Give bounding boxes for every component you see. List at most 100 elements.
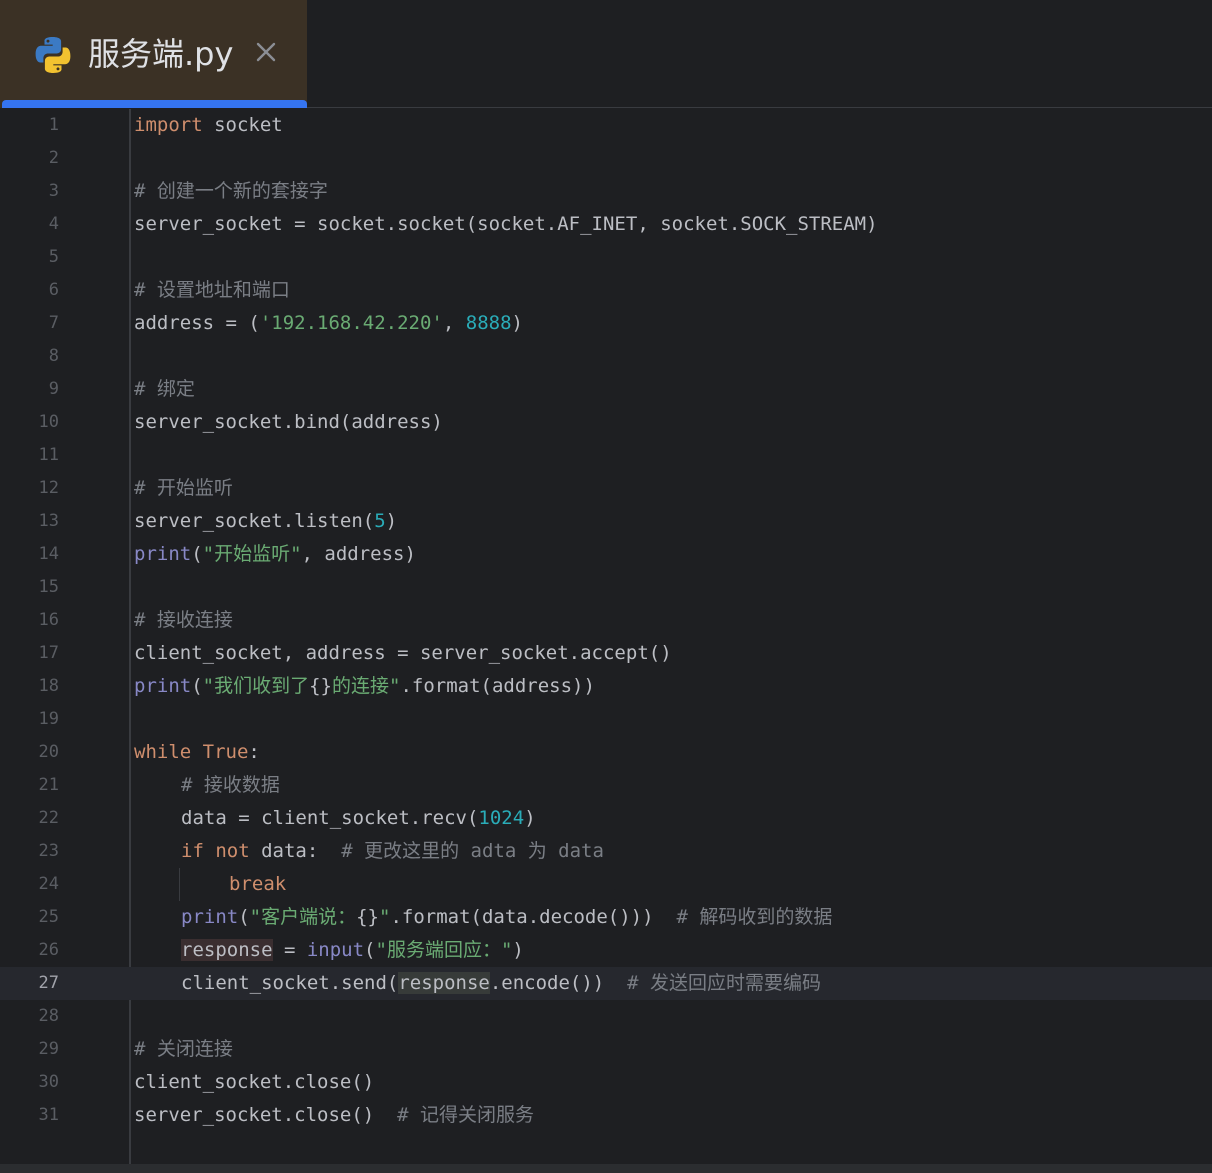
- line-number: 28: [38, 1006, 59, 1026]
- code-text: server_socket = socket.socket(socket.AF_…: [134, 213, 878, 235]
- indent-guide: [179, 868, 180, 901]
- code-token: address = (: [134, 312, 260, 334]
- code-line[interactable]: 17 client_socket, address = server_socket…: [0, 637, 1212, 670]
- horizontal-scrollbar[interactable]: [0, 1164, 1212, 1173]
- string-token: "客户端说：: [249, 906, 357, 928]
- code-line[interactable]: 11: [0, 439, 1212, 472]
- code-text: server_socket.bind(address): [134, 411, 443, 433]
- code-line[interactable]: 22 data = client_socket.recv(1024): [0, 802, 1212, 835]
- code-line[interactable]: 12 # 开始监听: [0, 472, 1212, 505]
- editor-tab-bar: 服务端.py: [0, 0, 1212, 108]
- keyword-token: True: [202, 741, 249, 763]
- line-number: 6: [48, 280, 59, 300]
- line-number: 17: [38, 643, 59, 663]
- string-token: 的连接": [332, 675, 401, 697]
- format-placeholder: {}: [356, 906, 379, 928]
- builtin-token: print: [181, 906, 239, 928]
- code-line[interactable]: 15: [0, 571, 1212, 604]
- code-line[interactable]: 20 while True:: [0, 736, 1212, 769]
- code-text: import socket: [134, 109, 283, 142]
- code-line[interactable]: 4 server_socket = socket.socket(socket.AF…: [0, 208, 1212, 241]
- line-number: 7: [48, 313, 59, 333]
- variable-highlight: response: [398, 972, 490, 994]
- line-number: 22: [38, 808, 59, 828]
- code-text: print("客户端说：{}".format(data.decode())) #…: [181, 901, 832, 934]
- line-number: 25: [38, 907, 59, 927]
- code-text: # 开始监听: [134, 472, 233, 505]
- code-line[interactable]: 1 import socket: [0, 109, 1212, 142]
- code-token: =: [272, 939, 307, 961]
- code-token: data:: [249, 840, 342, 862]
- keyword-token: if: [181, 840, 204, 862]
- line-number: 29: [38, 1039, 59, 1059]
- code-line[interactable]: 19: [0, 703, 1212, 736]
- comment-token: # 更改这里的 adta 为 data: [341, 840, 604, 862]
- code-line[interactable]: 31 server_socket.close() # 记得关闭服务: [0, 1099, 1212, 1132]
- line-number: 12: [38, 478, 59, 498]
- code-token: ): [385, 510, 398, 532]
- code-token: ,: [442, 312, 466, 334]
- code-text: client_socket.close(): [134, 1071, 375, 1093]
- current-code-line[interactable]: 27 client_socket.send(response.encode()) …: [0, 967, 1212, 1000]
- line-number: 31: [38, 1105, 59, 1125]
- code-text: # 创建一个新的套接字: [134, 175, 328, 208]
- code-text: # 接收数据: [181, 769, 280, 802]
- code-line[interactable]: 16 # 接收连接: [0, 604, 1212, 637]
- code-line[interactable]: 26 response = input("服务端回应："): [0, 934, 1212, 967]
- code-text: response = input("服务端回应："): [181, 934, 524, 967]
- code-line[interactable]: 5: [0, 241, 1212, 274]
- file-tab[interactable]: 服务端.py: [0, 0, 307, 108]
- keyword-token: import: [134, 114, 203, 136]
- code-line[interactable]: 10 server_socket.bind(address): [0, 406, 1212, 439]
- code-line[interactable]: 14 print("开始监听", address): [0, 538, 1212, 571]
- code-text: break: [229, 868, 286, 901]
- code-line[interactable]: 6 # 设置地址和端口: [0, 274, 1212, 307]
- code-line[interactable]: 30 client_socket.close(): [0, 1066, 1212, 1099]
- string-token: "我们收到了: [202, 675, 310, 697]
- code-text: server_socket.close() # 记得关闭服务: [134, 1099, 534, 1132]
- code-line[interactable]: 8: [0, 340, 1212, 373]
- code-token: (: [191, 675, 203, 697]
- number-token: 8888: [465, 312, 512, 334]
- code-line[interactable]: 24 break: [0, 868, 1212, 901]
- string-token: "服务端回应：": [375, 939, 513, 961]
- code-text: print("开始监听", address): [134, 538, 416, 571]
- code-area[interactable]: 1 import socket 2 3 # 创建一个新的套接字 4 server_so…: [0, 109, 1212, 1164]
- code-token: :: [248, 741, 260, 763]
- number-token: 1024: [478, 807, 525, 829]
- keyword-token: break: [229, 873, 287, 895]
- code-line[interactable]: 28: [0, 1000, 1212, 1033]
- code-text: # 绑定: [134, 373, 195, 406]
- comment-token: # 接收数据: [181, 774, 280, 796]
- code-token: .format(address)): [400, 675, 595, 697]
- variable-highlight: response: [181, 939, 273, 961]
- line-number: 23: [38, 841, 59, 861]
- code-token: ): [524, 807, 536, 829]
- code-line[interactable]: 9 # 绑定: [0, 373, 1212, 406]
- code-token: socket: [202, 114, 283, 136]
- code-text: server_socket.listen(5): [134, 505, 397, 538]
- comment-token: # 设置地址和端口: [134, 279, 290, 301]
- code-token: data = client_socket.recv(: [181, 807, 479, 829]
- line-number: 13: [38, 511, 59, 531]
- code-token: , address): [301, 543, 416, 565]
- line-number: 19: [38, 709, 59, 729]
- python-icon: [35, 37, 71, 73]
- code-line[interactable]: 25 print("客户端说：{}".format(data.decode()))…: [0, 901, 1212, 934]
- code-line[interactable]: 13 server_socket.listen(5): [0, 505, 1212, 538]
- code-line[interactable]: 7 address = ('192.168.42.220', 8888): [0, 307, 1212, 340]
- comment-token: # 解码收到的数据: [676, 906, 833, 928]
- code-token: .encode()): [489, 972, 628, 994]
- code-line[interactable]: 29 # 关闭连接: [0, 1033, 1212, 1066]
- code-token: .format(data.decode())): [390, 906, 677, 928]
- code-line[interactable]: 21 # 接收数据: [0, 769, 1212, 802]
- code-line[interactable]: 3 # 创建一个新的套接字: [0, 175, 1212, 208]
- line-number: 15: [38, 577, 59, 597]
- code-line[interactable]: 2: [0, 142, 1212, 175]
- line-number: 5: [48, 247, 59, 267]
- comment-token: # 绑定: [134, 378, 195, 400]
- code-text: address = ('192.168.42.220', 8888): [134, 307, 523, 340]
- code-line[interactable]: 18 print("我们收到了{}的连接".format(address)): [0, 670, 1212, 703]
- code-line[interactable]: 23 if not data: # 更改这里的 adta 为 data: [0, 835, 1212, 868]
- close-icon[interactable]: [252, 38, 280, 66]
